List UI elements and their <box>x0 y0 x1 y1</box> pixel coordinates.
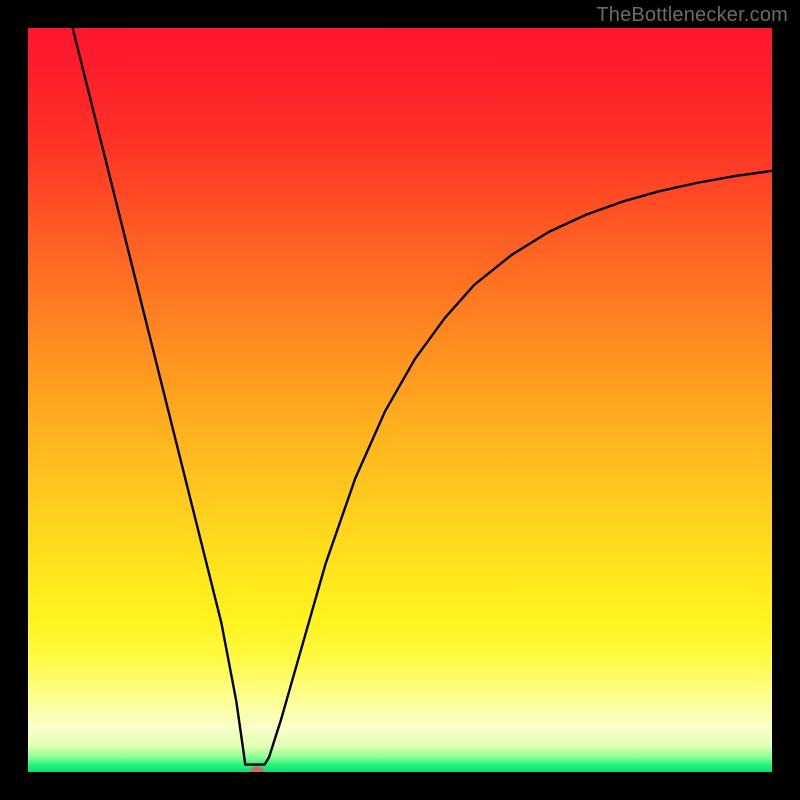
plot-area <box>28 28 772 772</box>
watermark-text: TheBottlenecker.com <box>596 4 788 27</box>
minimum-marker <box>250 767 264 773</box>
chart-frame: TheBottlenecker.com <box>0 0 800 800</box>
bottleneck-curve <box>28 28 772 772</box>
